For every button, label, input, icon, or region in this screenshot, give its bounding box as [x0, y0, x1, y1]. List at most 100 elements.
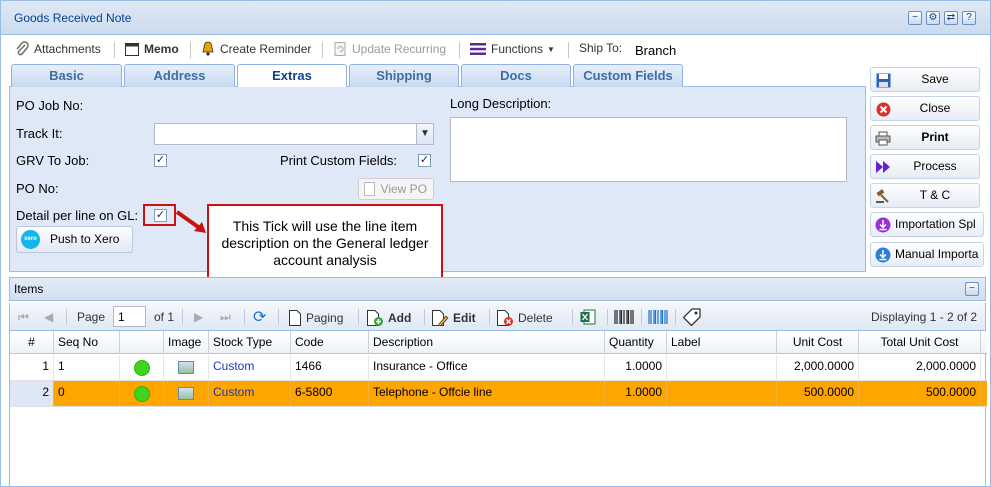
- image-icon[interactable]: [178, 387, 194, 400]
- page-number-input[interactable]: [113, 306, 146, 327]
- functions-menu-button[interactable]: Functions ▼: [469, 41, 555, 57]
- process-button[interactable]: Process: [870, 154, 980, 179]
- minimize-button[interactable]: −: [908, 11, 922, 25]
- collapse-button[interactable]: −: [965, 282, 979, 296]
- pager-divider: [66, 309, 67, 325]
- track-it-label: Track It:: [16, 126, 63, 141]
- terms-and-conditions-button[interactable]: T & C: [870, 183, 980, 208]
- close-button[interactable]: Close: [870, 96, 980, 121]
- label-cell[interactable]: [667, 381, 777, 406]
- help-button[interactable]: ?: [962, 11, 976, 25]
- column-header-status[interactable]: [120, 331, 164, 354]
- fast-forward-icon: [875, 159, 891, 175]
- pager-divider: [424, 309, 425, 325]
- window-title: Goods Received Note: [14, 11, 132, 25]
- tab-basic[interactable]: Basic: [11, 64, 122, 87]
- tab-docs[interactable]: Docs: [461, 64, 571, 87]
- settings-icon[interactable]: ⚙: [926, 11, 940, 25]
- unit-cost-cell[interactable]: 500.0000: [777, 381, 859, 406]
- create-reminder-button[interactable]: Create Reminder: [200, 41, 311, 57]
- quantity-cell[interactable]: 1.0000: [605, 355, 667, 380]
- long-description-textarea[interactable]: [450, 117, 847, 182]
- tab-address[interactable]: Address: [124, 64, 235, 87]
- tab-strip: Basic Address Extras Shipping Docs Custo…: [9, 63, 866, 88]
- image-icon[interactable]: [178, 361, 194, 374]
- po-no-label: PO No:: [16, 181, 59, 196]
- grv-to-job-checkbox[interactable]: ✓: [154, 154, 167, 167]
- add-button[interactable]: Add: [366, 310, 411, 326]
- view-po-label: View PO: [380, 182, 427, 196]
- tab-custom-fields[interactable]: Custom Fields: [573, 64, 683, 87]
- view-po-button[interactable]: View PO: [358, 178, 434, 200]
- pager-divider: [641, 309, 642, 325]
- last-page-icon[interactable]: ⏭: [220, 310, 231, 325]
- tab-extras[interactable]: Extras: [237, 64, 347, 88]
- code-cell[interactable]: 6-5800: [291, 381, 369, 406]
- code-cell[interactable]: 1466: [291, 355, 369, 380]
- column-header-label[interactable]: Label: [667, 331, 777, 354]
- print-custom-fields-checkbox[interactable]: ✓: [418, 154, 431, 167]
- memo-button[interactable]: Memo: [124, 41, 179, 57]
- seq-no-cell[interactable]: 0: [54, 381, 120, 406]
- prev-page-icon[interactable]: ◀: [44, 310, 53, 324]
- save-button[interactable]: Save: [870, 67, 980, 92]
- pager-divider: [675, 309, 676, 325]
- column-header-number[interactable]: #: [10, 331, 54, 354]
- column-header-description[interactable]: Description: [369, 331, 605, 354]
- tab-shipping[interactable]: Shipping: [349, 64, 459, 87]
- importation-split-button[interactable]: Importation Spl: [870, 212, 984, 237]
- paperclip-icon: [16, 41, 29, 56]
- items-panel-header: Items −: [9, 277, 986, 301]
- page-label: Page: [77, 310, 106, 324]
- tag-icon[interactable]: [683, 308, 701, 326]
- add-document-icon: [367, 310, 383, 326]
- excel-export-icon[interactable]: [580, 309, 596, 325]
- total-unit-cost-cell[interactable]: 500.0000: [859, 381, 981, 406]
- edit-button[interactable]: Edit: [431, 310, 476, 326]
- items-grid: # Seq No Image Stock Type Code Descripti…: [9, 331, 987, 486]
- stock-type-link[interactable]: Custom: [209, 355, 291, 380]
- column-header-seq-no[interactable]: Seq No: [54, 331, 120, 354]
- label-cell[interactable]: [667, 355, 777, 380]
- paging-button[interactable]: Paging: [288, 310, 343, 326]
- column-header-code[interactable]: Code: [291, 331, 369, 354]
- print-button[interactable]: Print: [870, 125, 980, 150]
- window-titlebar: Goods Received Note − ⚙ ⇄ ?: [1, 1, 990, 35]
- column-header-total-unit-cost[interactable]: Total Unit Cost: [859, 331, 981, 354]
- next-page-icon[interactable]: ▶: [194, 310, 203, 324]
- pager-divider: [489, 309, 490, 325]
- description-cell[interactable]: Telephone - Offcie line: [369, 381, 605, 406]
- image-cell[interactable]: [164, 381, 209, 406]
- column-header-image[interactable]: Image: [164, 331, 209, 354]
- row-number: 1: [10, 355, 54, 380]
- delete-button[interactable]: Delete: [496, 310, 553, 326]
- barcode-icon[interactable]: [614, 309, 634, 325]
- chevron-down-icon[interactable]: ▼: [416, 124, 433, 144]
- update-recurring-button[interactable]: Update Recurring: [332, 41, 446, 57]
- restore-button[interactable]: ⇄: [944, 11, 958, 25]
- image-cell[interactable]: [164, 355, 209, 380]
- track-it-combobox[interactable]: ▼: [154, 123, 434, 145]
- status-cell: [120, 381, 164, 406]
- stock-type-link[interactable]: Custom: [209, 381, 291, 406]
- first-page-icon[interactable]: ⏮: [18, 310, 29, 325]
- total-unit-cost-cell[interactable]: 2,000.0000: [859, 355, 981, 380]
- push-to-xero-button[interactable]: xero Push to Xero: [16, 226, 133, 253]
- close-icon: [875, 101, 891, 117]
- close-label: Close: [919, 101, 951, 115]
- table-row[interactable]: 1 1 Custom 1466 Insurance - Office 1.000…: [10, 355, 987, 381]
- quantity-cell[interactable]: 1.0000: [605, 381, 667, 406]
- importation-split-label: Importation Spl: [895, 217, 976, 231]
- description-cell[interactable]: Insurance - Office: [369, 355, 605, 380]
- column-header-stock-type[interactable]: Stock Type: [209, 331, 291, 354]
- column-header-quantity[interactable]: Quantity: [605, 331, 667, 354]
- barcode-blue-icon[interactable]: [648, 309, 668, 325]
- column-header-unit-cost[interactable]: Unit Cost: [777, 331, 859, 354]
- manual-importation-label: Manual Importa: [895, 247, 979, 261]
- attachments-button[interactable]: Attachments: [14, 41, 101, 57]
- refresh-icon[interactable]: ⟳: [253, 307, 266, 327]
- seq-no-cell[interactable]: 1: [54, 355, 120, 380]
- table-row-selected[interactable]: 2 0 Custom 6-5800 Telephone - Offcie lin…: [10, 381, 987, 407]
- unit-cost-cell[interactable]: 2,000.0000: [777, 355, 859, 380]
- manual-importation-button[interactable]: Manual Importa: [870, 242, 984, 267]
